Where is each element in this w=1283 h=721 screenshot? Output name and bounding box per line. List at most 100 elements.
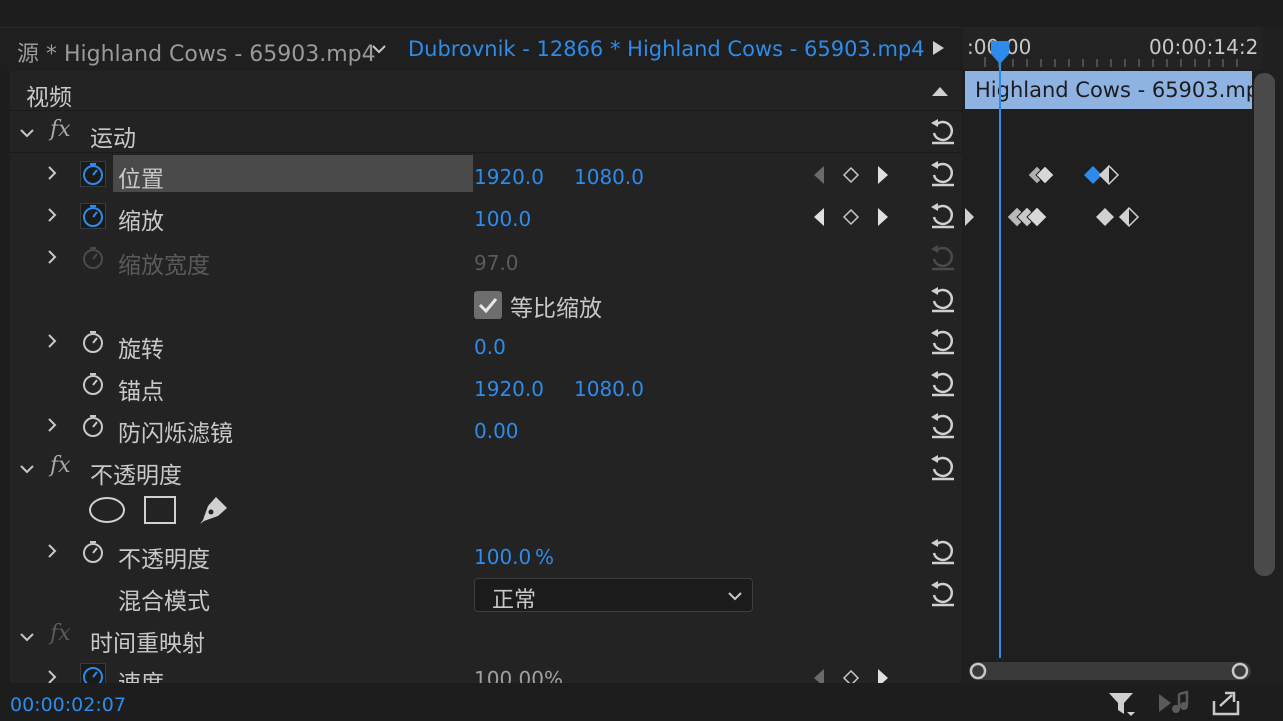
- stopwatch-icon[interactable]: [80, 413, 106, 439]
- time-remap-label: 时间重映射: [90, 631, 205, 657]
- anti-flicker-value[interactable]: 0.00: [474, 419, 519, 443]
- speed-value[interactable]: 100.00%: [474, 667, 563, 683]
- opacity-row[interactable]: 不透明度 100.0 %: [10, 532, 962, 573]
- rotation-label: 旋转: [118, 337, 164, 363]
- anti-flicker-row[interactable]: 防闪烁滤镜 0.00: [10, 406, 962, 447]
- checkmark-icon: [478, 298, 498, 314]
- stopwatch-icon[interactable]: [80, 539, 106, 565]
- chevron-right-icon[interactable]: [43, 332, 61, 350]
- reset-icon[interactable]: [928, 326, 958, 356]
- speed-row[interactable]: 速度 100.00%: [10, 658, 962, 683]
- reset-icon[interactable]: [928, 158, 958, 188]
- filter-icon[interactable]: [1107, 690, 1137, 718]
- fx-icon: fx: [50, 621, 71, 646]
- export-icon[interactable]: [1210, 689, 1244, 717]
- stopwatch-icon[interactable]: [80, 329, 106, 355]
- position-x-value[interactable]: 1920.0: [474, 165, 544, 189]
- scale-keyframes[interactable]: [963, 205, 1143, 229]
- fx-icon[interactable]: fx: [50, 117, 71, 142]
- video-header-label: 视频: [26, 85, 72, 111]
- reset-icon[interactable]: [928, 200, 958, 230]
- opacity-unit: %: [535, 545, 555, 569]
- rotation-value[interactable]: 0.0: [474, 335, 506, 359]
- keyframe-navigator[interactable]: [810, 163, 900, 187]
- clip-bar[interactable]: Highland Cows - 65903.mp4: [965, 71, 1252, 109]
- blend-mode-dropdown[interactable]: 正常: [474, 578, 753, 613]
- position-y-value[interactable]: 1080.0: [574, 165, 644, 189]
- reset-icon[interactable]: [928, 116, 958, 146]
- horizontal-scrollbar[interactable]: [968, 660, 1252, 682]
- opacity-value[interactable]: 100.0: [474, 545, 531, 569]
- play-audio-icon: [1159, 690, 1189, 713]
- chevron-down-icon: [728, 592, 742, 601]
- play-icon[interactable]: [928, 38, 948, 58]
- blend-mode-value: 正常: [492, 588, 537, 613]
- blend-mode-label: 混合模式: [118, 589, 210, 615]
- anchor-x-value[interactable]: 1920.0: [474, 377, 544, 401]
- scale-label: 缩放: [118, 209, 164, 235]
- reset-icon[interactable]: [928, 410, 958, 440]
- ruler-end-timecode: 00:00:14:2: [1149, 35, 1259, 59]
- opacity-effect-label: 不透明度: [90, 463, 182, 489]
- reset-icon[interactable]: [928, 536, 958, 566]
- chevron-down-icon[interactable]: [18, 628, 36, 646]
- ellipse-mask-icon[interactable]: [87, 495, 127, 525]
- playhead-handle[interactable]: [990, 40, 1010, 66]
- scale-width-value: 97.0: [474, 251, 519, 275]
- rectangle-mask-icon[interactable]: [143, 495, 177, 525]
- tab-effect-controls[interactable]: Dubrovnik - 12866 * Highland Cows - 6590…: [408, 37, 925, 61]
- vertical-scrollbar[interactable]: [1254, 73, 1275, 576]
- opacity-label: 不透明度: [118, 547, 210, 573]
- chevron-right-icon[interactable]: [43, 542, 61, 560]
- fx-icon[interactable]: fx: [50, 453, 71, 478]
- scale-width-label: 缩放宽度: [118, 253, 210, 279]
- reset-icon[interactable]: [928, 452, 958, 482]
- position-row[interactable]: 位置 1920.0 1080.0: [10, 154, 962, 195]
- reset-icon[interactable]: [928, 578, 958, 608]
- anchor-row[interactable]: 锚点 1920.0 1080.0: [10, 364, 962, 405]
- reset-icon[interactable]: [928, 368, 958, 398]
- motion-label: 运动: [90, 126, 136, 152]
- rotation-row[interactable]: 旋转 0.0: [10, 322, 962, 363]
- chevron-right-icon[interactable]: [43, 248, 61, 266]
- keyframe-timeline: [963, 27, 1283, 683]
- chevron-right-icon[interactable]: [43, 416, 61, 434]
- scale-value[interactable]: 100.0: [474, 207, 531, 231]
- chevron-down-icon[interactable]: [370, 40, 388, 58]
- position-keyframes[interactable]: [1025, 164, 1125, 186]
- stopwatch-active-icon[interactable]: [80, 663, 106, 683]
- pen-mask-icon[interactable]: [196, 494, 230, 528]
- stopwatch-active-icon[interactable]: [80, 161, 106, 187]
- stopwatch-icon[interactable]: [80, 371, 106, 397]
- anti-flicker-label: 防闪烁滤镜: [118, 421, 233, 447]
- reset-icon: [931, 245, 954, 271]
- playhead-line[interactable]: [999, 44, 1001, 658]
- uniform-scale-label: 等比缩放: [510, 296, 602, 322]
- keyframe-navigator[interactable]: [810, 205, 900, 229]
- motion-effect-row[interactable]: fx 运动: [10, 112, 962, 153]
- collapse-up-icon[interactable]: [930, 83, 950, 99]
- clip-name: Highland Cows - 65903.mp4: [975, 78, 1252, 102]
- chevron-right-icon[interactable]: [43, 668, 61, 683]
- video-section-header: 视频: [10, 71, 962, 111]
- scale-row[interactable]: 缩放 100.0: [10, 196, 962, 237]
- chevron-down-icon[interactable]: [18, 460, 36, 478]
- scale-width-row: 缩放宽度 97.0: [10, 238, 962, 279]
- stopwatch-active-icon[interactable]: [80, 203, 106, 229]
- tab-source[interactable]: 源 * Highland Cows - 65903.mp4: [17, 36, 376, 68]
- stopwatch-icon: [83, 247, 103, 269]
- chevron-right-icon[interactable]: [43, 164, 61, 182]
- position-label: 位置: [118, 167, 164, 193]
- current-timecode[interactable]: 00:00:02:07: [10, 694, 126, 716]
- time-remap-row[interactable]: fx 时间重映射: [10, 616, 962, 657]
- status-bar: [0, 683, 1283, 721]
- speed-label: 速度: [118, 664, 164, 683]
- chevron-down-icon[interactable]: [18, 124, 36, 142]
- chevron-right-icon[interactable]: [43, 206, 61, 224]
- opacity-effect-row[interactable]: fx 不透明度: [10, 448, 962, 489]
- reset-icon[interactable]: [928, 284, 958, 314]
- uniform-scale-checkbox[interactable]: [474, 291, 502, 319]
- anchor-y-value[interactable]: 1080.0: [574, 377, 644, 401]
- anchor-label: 锚点: [118, 379, 164, 405]
- keyframe-navigator[interactable]: [810, 666, 900, 683]
